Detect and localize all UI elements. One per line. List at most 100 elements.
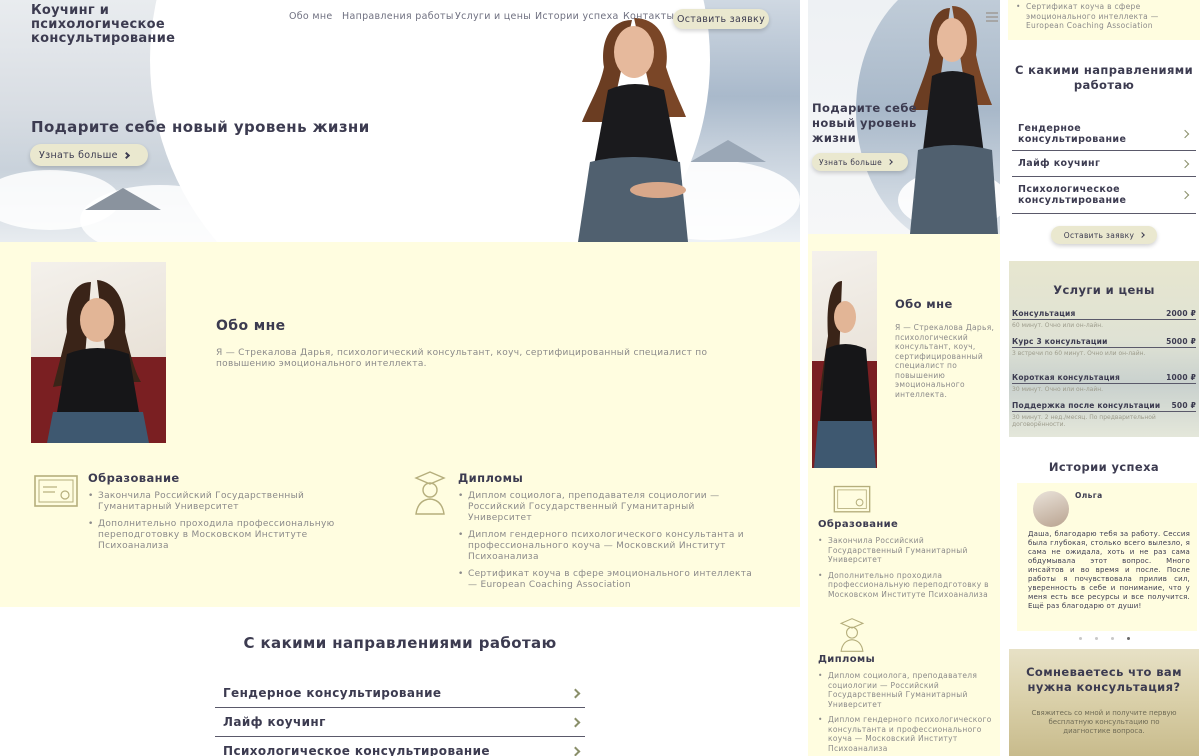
price-value: 1000 ₽ [1166,373,1196,382]
chevron-right-icon [1180,190,1190,200]
price-note: 30 минут. 2 нед./месяц. По предварительн… [1012,413,1156,429]
price-item: Короткая консультация 1000 ₽ [1012,371,1196,384]
education-list: Закончила Российский Государственный Гум… [88,491,358,558]
about-title: Обо мне [216,318,286,334]
learn-more-button[interactable]: Узнать больше [30,144,148,166]
carousel-dot-active[interactable] [1127,637,1130,640]
prices-title: Услуги и цены [1053,283,1155,297]
list-item: Диплом гендерного психологического консу… [458,530,758,563]
tablet-learn-more-button[interactable]: Узнать больше [812,153,908,171]
tablet-diplomas-title: Дипломы [818,654,876,665]
mobile-view: Сертификат коуча в сфере эмоционального … [1008,0,1200,756]
stories-title: Истории успеха [1048,460,1160,474]
menu-icon[interactable] [986,12,998,14]
price-name: Курс 3 консультации [1012,336,1108,346]
carousel-dots [1079,637,1130,640]
learn-more-label: Узнать больше [819,157,883,167]
direction-label: Психологическое консультирование [223,744,490,756]
tablet-view: Подарите себе новый уровень жизни Узнать… [808,0,1000,756]
mobile-direction-item-psy[interactable]: Психологическое консультирование [1012,177,1196,214]
nav-contacts[interactable]: Контакты [623,11,674,22]
price-value: 5000 ₽ [1166,336,1196,346]
directions-title: С какими направлениями работаю [243,634,557,652]
desktop-view: Коучинг и психологическое консультирован… [0,0,800,756]
chevron-right-icon [1180,129,1190,139]
price-item: Поддержка после консультации 500 ₽ [1012,399,1196,412]
about-section: Обо мне Я — Стрекалова Дарья, психологич… [0,242,800,607]
direction-label: Гендерное консультирование [223,686,442,700]
carousel-dot[interactable] [1079,637,1082,640]
hero-section: Коучинг и психологическое консультирован… [0,0,800,242]
chevron-right-icon [570,717,581,727]
tablet-about-title: Обо мне [895,297,953,311]
diplomas-title: Дипломы [458,471,524,485]
tablet-education-title: Образование [818,519,899,530]
mobile-diplomas-tail: Сертификат коуча в сфере эмоционального … [1008,0,1200,40]
certificate-icon [833,485,871,513]
list-item: Диплом гендерного психологического консу… [818,715,998,753]
story-text: Даша, благодарю тебя за работу. Сессия б… [1028,530,1190,610]
about-photo [31,262,166,443]
direction-item-psy[interactable]: Психологическое консультирование [215,737,585,756]
story-card: Ольга Даша, благодарю тебя за работу. Се… [1017,483,1197,631]
list-item: Дополнительно проходила профессиональную… [818,571,996,600]
avatar [1033,491,1069,527]
list-item: Дополнительно проходила профессиональную… [88,519,358,552]
diplomas-list: Диплом социолога, преподавателя социолог… [458,491,758,597]
tablet-hero-title: Подарите себе новый уровень жизни [812,101,917,145]
mobile-direction-item-gender[interactable]: Гендерное консультирование [1012,118,1196,151]
mobile-request-button[interactable]: Оставить заявку [1051,226,1157,244]
direction-item-gender[interactable]: Гендерное консультирование [215,679,585,708]
doubt-text: Свяжитесь со мной и получите первую бесп… [1031,709,1177,735]
direction-label: Лайф коучинг [223,715,326,729]
learn-more-label: Узнать больше [39,149,118,161]
hero-portrait [578,18,688,242]
carousel-dot[interactable] [1095,637,1098,640]
list-item: Сертификат коуча в сфере эмоционального … [1016,2,1194,31]
mobile-diplomas-list: Сертификат коуча в сфере эмоционального … [1016,2,1194,37]
direction-label: Лайф коучинг [1018,158,1101,169]
mobile-prices-section: Услуги и цены Консультация 2000 ₽ 60 минут… [1009,261,1199,437]
list-item: Диплом социолога, преподавателя социолог… [458,491,758,524]
tablet-diplomas-list: Диплом социолога, преподавателя социолог… [818,671,998,756]
graduate-icon [839,618,865,652]
nav-about[interactable]: Обо мне [289,11,333,22]
nav-directions[interactable]: Направления работы [342,11,454,22]
chevron-right-icon [570,688,581,698]
nav-stories[interactable]: Истории успеха [535,11,619,22]
tablet-about-photo [812,251,877,468]
price-note: 60 минут. Очно или он-лайн. [1012,322,1104,329]
price-name: Консультация [1012,309,1076,318]
carousel-dot[interactable] [1111,637,1114,640]
direction-label: Гендерное консультирование [1018,123,1127,145]
nav-prices[interactable]: Услуги и цены [455,11,531,22]
tablet-hero: Подарите себе новый уровень жизни Узнать… [808,0,1000,250]
tablet-education-list: Закончила Российский Государственный Гум… [818,536,996,605]
price-name: Поддержка после консультации [1012,400,1161,410]
request-button-label: Оставить заявку [676,13,766,25]
story-author: Ольга [1075,491,1103,500]
mobile-direction-item-life[interactable]: Лайф коучинг [1012,151,1196,177]
education-title: Образование [88,471,180,485]
chevron-right-icon [1180,159,1190,168]
chevron-right-icon [1139,232,1146,238]
direction-item-life[interactable]: Лайф коучинг [215,708,585,737]
price-value: 2000 ₽ [1166,309,1196,318]
doubt-section: Сомневаетесь что вам нужна консультация?… [1009,649,1199,756]
price-name: Короткая консультация [1012,373,1120,382]
hero-title: Подарите себе новый уровень жизни [31,118,370,136]
request-button-label: Оставить заявку [1063,230,1135,240]
chevron-right-icon [887,159,893,165]
certificate-icon [34,475,78,507]
brand-logo[interactable]: Коучинг и психологическое консультирован… [31,4,241,46]
chevron-right-icon [570,746,581,756]
tablet-about-section: Обо мне Я — Стрекалова Дарья, психологич… [808,234,1000,756]
price-item: Курс 3 консультации 5000 ₽ [1012,335,1196,348]
list-item: Закончила Российский Государственный Гум… [818,536,996,565]
list-item: Закончила Российский Государственный Гум… [88,491,358,513]
about-text: Я — Стрекалова Дарья, психологический ко… [216,348,708,369]
direction-label: Психологическое консультирование [1018,184,1127,206]
chevron-right-icon [122,151,130,159]
list-item: Сертификат коуча в сфере эмоционального … [458,569,758,591]
request-button[interactable]: Оставить заявку [673,9,769,29]
